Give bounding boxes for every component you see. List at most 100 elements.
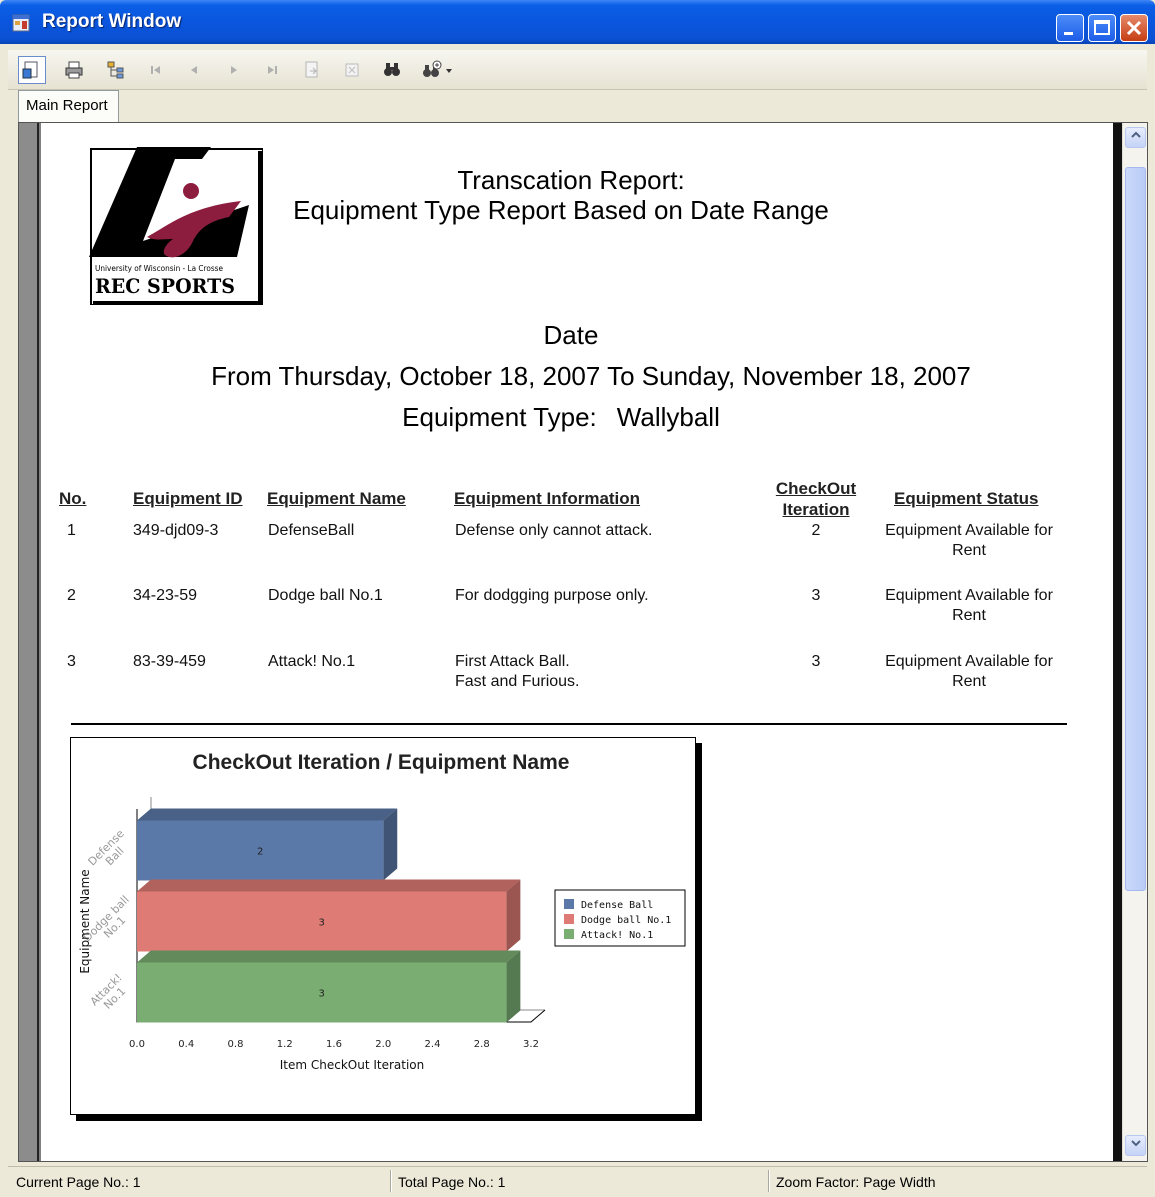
status-zoom-factor: Zoom Factor: Page Width	[776, 1174, 936, 1190]
row1-equipment-name: DefenseBall	[268, 522, 355, 539]
equipment-type-value: Wallyball	[616, 402, 720, 432]
x-tick-label-5: 1.6	[326, 1039, 342, 1050]
row2-equipment-id: 34-23-59	[133, 587, 198, 604]
maximize-button[interactable]	[1088, 14, 1116, 42]
bar-side-3	[506, 950, 521, 1023]
scroll-up-button[interactable]	[1125, 127, 1146, 148]
group-tree-button[interactable]	[102, 56, 130, 84]
col-header-checkout-line2: Iteration	[782, 500, 850, 519]
print-button[interactable]	[60, 56, 88, 84]
window-title: Report Window	[42, 11, 182, 32]
row1-no: 1	[67, 522, 76, 539]
go-to-page-button[interactable]	[298, 56, 326, 84]
search-icon	[384, 63, 400, 76]
last-page-icon	[268, 66, 277, 74]
scroll-down-button[interactable]	[1125, 1135, 1146, 1156]
bar-top-2	[137, 879, 521, 892]
chart-shadow-bottom	[76, 1115, 702, 1121]
row1-status-line2: Rent	[952, 542, 986, 559]
previous-page-button[interactable]	[180, 56, 208, 84]
first-page-button[interactable]	[142, 56, 170, 84]
row1-equipment-info: Defense only cannot attack.	[455, 521, 652, 541]
x-axis-label: Item CheckOut Iteration	[280, 1058, 425, 1072]
page-margin	[19, 123, 39, 1161]
legend-swatch-1	[564, 899, 574, 909]
export-icon	[22, 61, 38, 79]
category-label-1: DefenseBall	[86, 827, 136, 877]
x-tick-label-4: 1.2	[277, 1039, 293, 1050]
chart-title: CheckOut Iteration / Equipment Name	[193, 751, 570, 774]
export-button[interactable]	[18, 56, 46, 84]
legend-label-2: Dodge ball No.1	[581, 915, 671, 926]
row3-equipment-name: Attack! No.1	[268, 653, 356, 670]
legend-swatch-2	[564, 914, 574, 924]
x-tick-label-9: 3.2	[523, 1039, 539, 1050]
group-tree-icon	[107, 61, 124, 79]
row3-info-line2: Fast and Furious.	[455, 673, 580, 690]
x-tick-label-6: 2.0	[375, 1039, 391, 1050]
status-separator	[768, 1170, 770, 1192]
status-total-page: Total Page No.: 1	[398, 1174, 506, 1190]
scrollbar-thumb[interactable]	[1125, 167, 1146, 891]
bar-value-label-2: 3	[319, 918, 325, 929]
x-tick-label-2: 0.4	[178, 1039, 194, 1050]
row1-status-line1: Equipment Available for	[885, 522, 1053, 539]
x-tick-label-8: 2.8	[474, 1039, 490, 1050]
minimize-button[interactable]	[1056, 14, 1084, 42]
row1-checkout: 2	[811, 522, 821, 539]
report-title: Transcation Report:	[457, 165, 685, 195]
x-tick-label-1: 0.0	[129, 1039, 145, 1050]
previous-page-icon	[191, 66, 197, 74]
col-header-equipment-name: Equipment Name	[267, 489, 406, 508]
row3-checkout: 3	[811, 653, 821, 670]
date-range: From Thursday, October 18, 2007 To Sunda…	[211, 361, 971, 391]
row2-status-line2: Rent	[952, 607, 986, 624]
bar-value-label-3: 3	[319, 989, 325, 1000]
tab-main-report[interactable]: Main Report	[18, 90, 119, 122]
last-page-button[interactable]	[258, 56, 286, 84]
row3-equipment-id: 83-39-459	[133, 653, 206, 670]
row3-info-line1: First Attack Ball.	[455, 653, 570, 670]
equipment-type-label: Equipment Type:	[402, 402, 597, 432]
go-to-page-icon	[305, 61, 318, 78]
col-header-checkout-iteration: CheckOut Iteration	[761, 478, 871, 520]
zoom-dropdown[interactable]	[418, 56, 458, 84]
first-page-icon	[151, 66, 160, 74]
vertical-scrollbar[interactable]	[1122, 123, 1147, 1161]
status-bar: Current Page No.: 1 Total Page No.: 1 Zo…	[8, 1166, 1147, 1194]
report-viewer: University of Wisconsin - La Crosse REC …	[18, 122, 1148, 1162]
maximize-icon	[1094, 20, 1110, 35]
stop-icon	[345, 63, 359, 77]
print-icon	[65, 61, 83, 79]
logo-rec-sports-text: REC SPORTS	[95, 274, 235, 298]
row2-status-line1: Equipment Available for	[885, 587, 1053, 604]
close-button[interactable]	[1120, 14, 1148, 42]
chevron-up-icon	[1130, 131, 1141, 138]
bar-top-1	[137, 808, 398, 821]
report-subtitle: Equipment Type Report Based on Date Rang…	[293, 195, 829, 225]
row1-info-line1: Defense only cannot attack.	[455, 522, 653, 539]
equipment-type-line: Equipment Type: Wallyball	[41, 402, 1081, 433]
minimize-icon	[1064, 32, 1073, 35]
bar-side-1	[383, 808, 398, 881]
title-bar[interactable]: Report Window	[0, 0, 1155, 44]
bar-top-3	[137, 950, 521, 963]
legend-swatch-3	[564, 929, 574, 939]
x-tick-label-3: 0.8	[228, 1039, 244, 1050]
col-header-equipment-id: Equipment ID	[133, 489, 243, 508]
checkout-chart: CheckOut Iteration / Equipment Name 2 Defe…	[78, 751, 686, 1072]
row2-no: 2	[67, 587, 76, 604]
row3-no: 3	[67, 653, 76, 670]
stop-button[interactable]	[338, 56, 366, 84]
next-page-button[interactable]	[220, 56, 248, 84]
row2-checkout: 3	[811, 587, 821, 604]
search-button[interactable]	[378, 56, 406, 84]
legend-label-3: Attack! No.1	[581, 930, 653, 941]
row3-status-line2: Rent	[952, 673, 986, 690]
row3-equipment-info: First Attack Ball. Fast and Furious.	[455, 652, 580, 692]
row2-equipment-info: For dodgging purpose only.	[455, 586, 649, 606]
chevron-down-icon	[1130, 1140, 1141, 1147]
col-header-equipment-information: Equipment Information	[454, 489, 641, 508]
next-page-icon	[231, 66, 237, 74]
row3-status-line1: Equipment Available for	[885, 653, 1053, 670]
